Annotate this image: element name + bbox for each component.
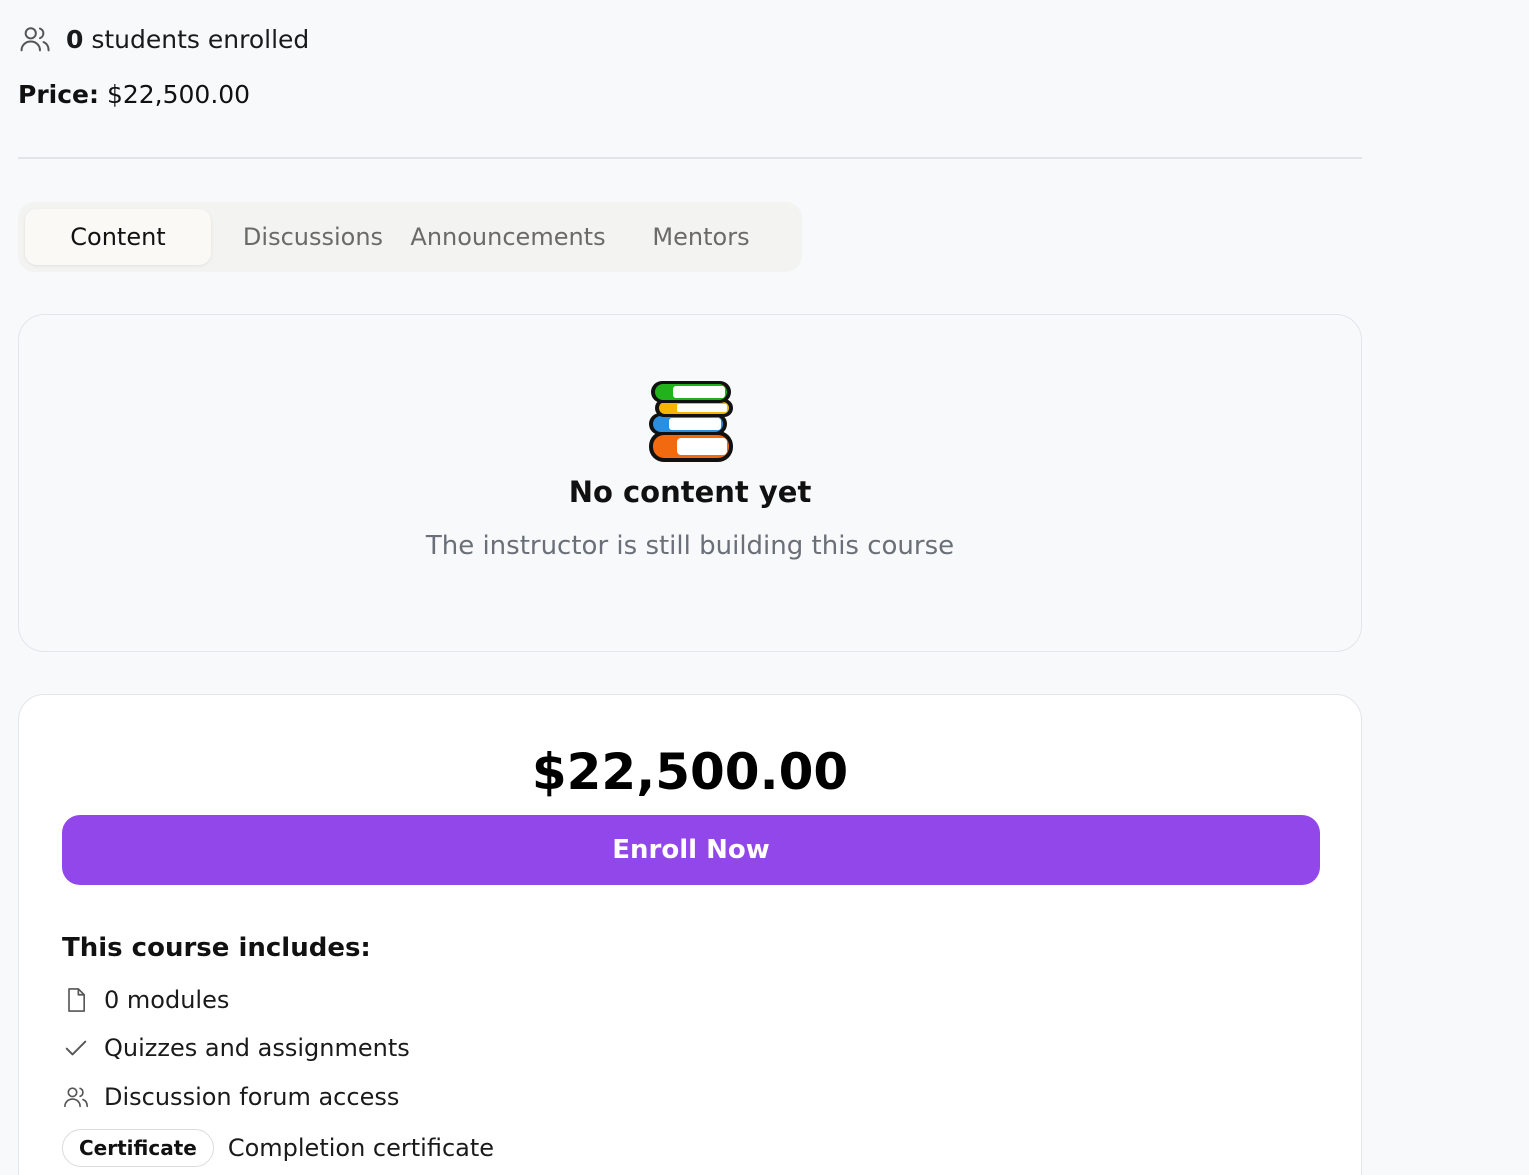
price-label: Price: <box>18 80 99 109</box>
check-icon <box>62 1034 90 1062</box>
enrolled-label: students enrolled <box>91 24 310 54</box>
certificate-badge: Certificate <box>62 1129 214 1167</box>
users-icon <box>18 22 52 56</box>
enrolled-number: 0 <box>66 24 84 54</box>
includes-item-modules: 0 modules <box>62 985 229 1015</box>
tab-discussions[interactable]: Discussions <box>228 209 398 265</box>
tab-announcements[interactable]: Announcements <box>410 209 606 265</box>
divider <box>18 157 1362 159</box>
includes-item-quizzes: Quizzes and assignments <box>62 1034 410 1062</box>
includes-item-label: Completion certificate <box>227 1134 495 1162</box>
tab-content[interactable]: Content <box>25 209 211 265</box>
empty-title: No content yet <box>568 475 812 509</box>
empty-subtitle: The instructor is still building this co… <box>425 531 955 561</box>
enrollment-count: 0 students enrolled <box>18 22 309 56</box>
price-line: Price: $22,500.00 <box>18 80 250 109</box>
course-price: $22,500.00 <box>531 743 849 801</box>
includes-item-forum: Discussion forum access <box>62 1083 399 1111</box>
tab-mentors[interactable]: Mentors <box>618 209 784 265</box>
books-icon <box>647 379 735 469</box>
users-icon <box>62 1083 90 1111</box>
price-value: $22,500.00 <box>106 80 251 109</box>
enroll-now-button[interactable]: Enroll Now <box>62 815 1320 885</box>
course-page: 0 students enrolled Price: $22,500.00 Co… <box>0 0 1529 1175</box>
empty-content-card: No content yet The instructor is still b… <box>18 314 1362 652</box>
course-tabs: Content Discussions Announcements Mentor… <box>18 202 802 272</box>
includes-item-certificate: Certificate Completion certificate <box>62 1129 494 1167</box>
includes-item-label: Discussion forum access <box>104 1083 400 1111</box>
includes-item-label: Quizzes and assignments <box>104 1034 410 1062</box>
purchase-card: $22,500.00 Enroll Now This course includ… <box>18 694 1362 1175</box>
document-icon <box>62 985 90 1015</box>
includes-title: This course includes: <box>62 933 371 963</box>
includes-item-label: 0 modules <box>104 986 230 1014</box>
